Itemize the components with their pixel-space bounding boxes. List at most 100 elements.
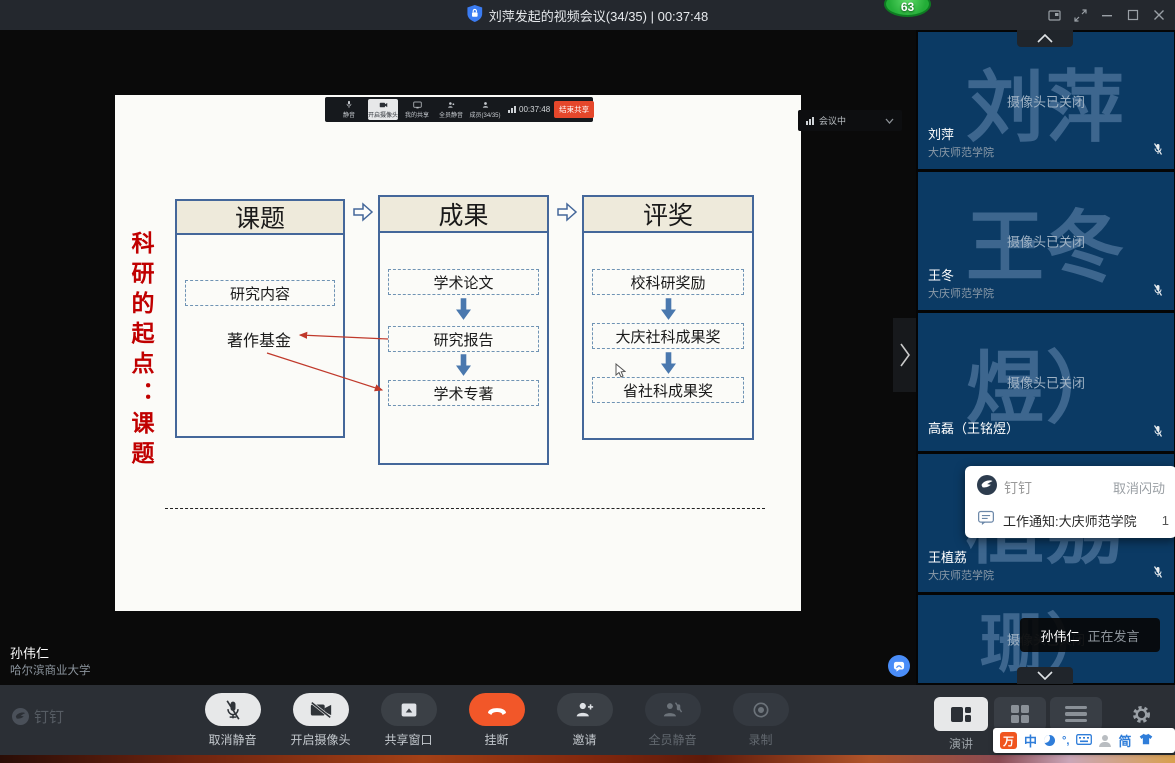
dingtalk-logo-icon xyxy=(12,708,29,725)
speaker-view-icon xyxy=(951,707,971,722)
dingtalk-notification-popup[interactable]: 钉钉 取消闪动 工作通知:大庆师范学院 1 xyxy=(965,466,1175,538)
ime-toolbar: 万 中 °, 简 xyxy=(993,728,1175,753)
minimize-icon[interactable] xyxy=(1100,9,1113,22)
hangup-button[interactable]: 挂断 xyxy=(468,693,525,748)
label-book-fund: 著作基金 xyxy=(227,327,291,351)
cancel-flash-link[interactable]: 取消闪动 xyxy=(1113,478,1165,497)
hangup-phone-icon xyxy=(485,701,509,719)
share-window-button[interactable]: 共享窗口 xyxy=(380,693,437,748)
current-speaker-name: 孙伟仁 xyxy=(10,643,49,662)
participant-org: 大庆师范学院 xyxy=(928,285,994,301)
record-icon xyxy=(751,700,771,720)
notification-app-name: 钉钉 xyxy=(1004,478,1106,498)
share-window-icon xyxy=(399,701,419,719)
shared-slide: 静音 开启摄像头 我的共享 全员静音 成员(34/35) xyxy=(115,95,801,611)
view-mode-label: 演讲 xyxy=(934,735,988,752)
participant-name: 刘萍 xyxy=(928,124,954,143)
mic-muted-icon xyxy=(1152,424,1164,443)
box-research-report: 研究报告 xyxy=(388,326,539,352)
record-button[interactable]: 录制 xyxy=(732,693,789,748)
unmute-button[interactable]: 取消静音 xyxy=(204,693,261,748)
chevron-right-icon xyxy=(899,341,911,369)
speaking-status: 正在发言 xyxy=(1088,626,1140,645)
ime-skin-icon[interactable] xyxy=(1139,732,1153,750)
current-speaker-org: 哈尔滨商业大学 xyxy=(10,662,91,678)
participant-tile[interactable]: 刘萍 摄像头已关闭 刘萍 大庆师范学院 xyxy=(918,32,1174,169)
mouse-cursor xyxy=(615,363,626,384)
sidebar-scroll-down-button[interactable] xyxy=(1017,667,1073,684)
chevron-up-icon xyxy=(1037,34,1053,43)
camera-off-label: 摄像头已关闭 xyxy=(918,232,1174,251)
participant-name: 高磊（王铭煜） xyxy=(928,418,1019,437)
grid-view-icon xyxy=(1011,705,1029,723)
mute-all-icon xyxy=(662,700,683,719)
column-header-results: 成果 xyxy=(378,195,549,233)
box-daqing-award: 大庆社科成果奖 xyxy=(592,323,744,349)
notification-header: 钉钉 取消闪动 xyxy=(965,466,1175,504)
speaker-view-button[interactable] xyxy=(934,697,988,731)
notification-message-row[interactable]: 工作通知:大庆师范学院 1 xyxy=(965,504,1175,537)
shared-screen-stage: 静音 开启摄像头 我的共享 全员静音 成员(34/35) xyxy=(0,30,916,685)
float-mute-button[interactable]: 静音 xyxy=(334,99,364,120)
ime-language-toggle[interactable]: 中 xyxy=(1024,731,1037,750)
dashed-separator-line xyxy=(165,508,765,509)
notification-count: 1 xyxy=(1162,513,1171,528)
meeting-status-pill[interactable]: 会议中 xyxy=(798,110,902,131)
sidebar-collapse-button[interactable] xyxy=(1017,30,1073,47)
notification-message: 工作通知:大庆师范学院 xyxy=(1003,511,1154,530)
camera-on-button[interactable]: 开启摄像头 xyxy=(292,693,349,748)
maximize-icon[interactable] xyxy=(1126,9,1139,22)
close-icon[interactable] xyxy=(1152,9,1165,22)
list-view-button[interactable] xyxy=(1050,697,1102,731)
box-academic-paper: 学术论文 xyxy=(388,269,539,295)
mic-muted-icon xyxy=(1152,565,1164,584)
column-header-awards: 评奖 xyxy=(582,195,754,233)
lock-shield-icon xyxy=(467,5,482,25)
camera-off-icon xyxy=(309,700,333,720)
end-share-button[interactable]: 结束共享 xyxy=(554,101,594,118)
participant-name: 王冬 xyxy=(928,265,954,284)
ime-profile-icon[interactable] xyxy=(1099,735,1111,747)
participant-tile[interactable]: 王冬 摄像头已关闭 王冬 大庆师范学院 xyxy=(918,172,1174,310)
title-bar: 刘萍发起的视频会议(34/35) | 00:37:48 63 xyxy=(0,0,1175,30)
mic-muted-icon xyxy=(1152,283,1164,302)
settings-button[interactable] xyxy=(1126,697,1156,731)
ime-logo[interactable]: 万 xyxy=(1000,732,1017,749)
slide-vertical-title: 科研的起点：课题 xyxy=(123,231,157,471)
box-research-content: 研究内容 xyxy=(185,280,335,306)
float-members-button[interactable]: 成员(34/35) xyxy=(470,99,500,120)
mic-muted-icon xyxy=(1152,142,1164,161)
float-mute-all-button[interactable]: 全员静音 xyxy=(436,99,466,120)
participants-sidebar: 刘萍 摄像头已关闭 刘萍 大庆师范学院 王冬 摄像头已关闭 王冬 大庆师范学院 … xyxy=(916,30,1175,685)
float-camera-button[interactable]: 开启摄像头 xyxy=(368,99,398,120)
participant-tile[interactable]: 煜） 摄像头已关闭 高磊（王铭煜） xyxy=(918,313,1174,451)
gear-icon xyxy=(1131,704,1152,725)
invite-button[interactable]: 邀请 xyxy=(556,693,613,748)
flow-arrow-right-icon xyxy=(556,201,578,228)
overlay-counter-badge: 63 xyxy=(884,0,931,17)
compact-mode-icon[interactable] xyxy=(1048,9,1061,22)
chat-bubble-button[interactable] xyxy=(888,655,910,677)
meeting-title: 刘萍发起的视频会议(34/35) | 00:37:48 xyxy=(489,6,708,25)
ime-simplified-toggle[interactable]: 简 xyxy=(1118,731,1131,750)
ime-punctuation-toggle[interactable]: °, xyxy=(1062,735,1069,747)
ime-fullwidth-moon-icon[interactable] xyxy=(1044,735,1055,746)
ime-keyboard-icon[interactable] xyxy=(1076,732,1092,750)
mute-all-button[interactable]: 全员静音 xyxy=(644,693,701,748)
signal-bars-icon xyxy=(806,117,814,125)
box-academic-monograph: 学术专著 xyxy=(388,380,539,406)
camera-off-label: 摄像头已关闭 xyxy=(918,91,1174,110)
list-view-icon xyxy=(1065,706,1087,722)
share-timer: 00:37:48 xyxy=(508,105,550,114)
mic-muted-icon xyxy=(223,699,243,721)
control-buttons: 取消静音 开启摄像头 共享窗口 挂断 xyxy=(204,693,789,748)
column-header-topic: 课题 xyxy=(175,199,345,235)
fullscreen-icon[interactable] xyxy=(1074,9,1087,22)
panel-expand-chevron[interactable] xyxy=(893,318,916,392)
dingtalk-meeting-window: 刘萍发起的视频会议(34/35) | 00:37:48 63 xyxy=(0,0,1175,763)
desktop-wallpaper-strip xyxy=(0,755,1175,763)
speaking-toast: 孙伟仁 正在发言 xyxy=(1020,618,1160,652)
down-arrow-icon xyxy=(456,297,471,327)
grid-view-button[interactable] xyxy=(994,697,1046,731)
float-my-share-button[interactable]: 我的共享 xyxy=(402,99,432,120)
